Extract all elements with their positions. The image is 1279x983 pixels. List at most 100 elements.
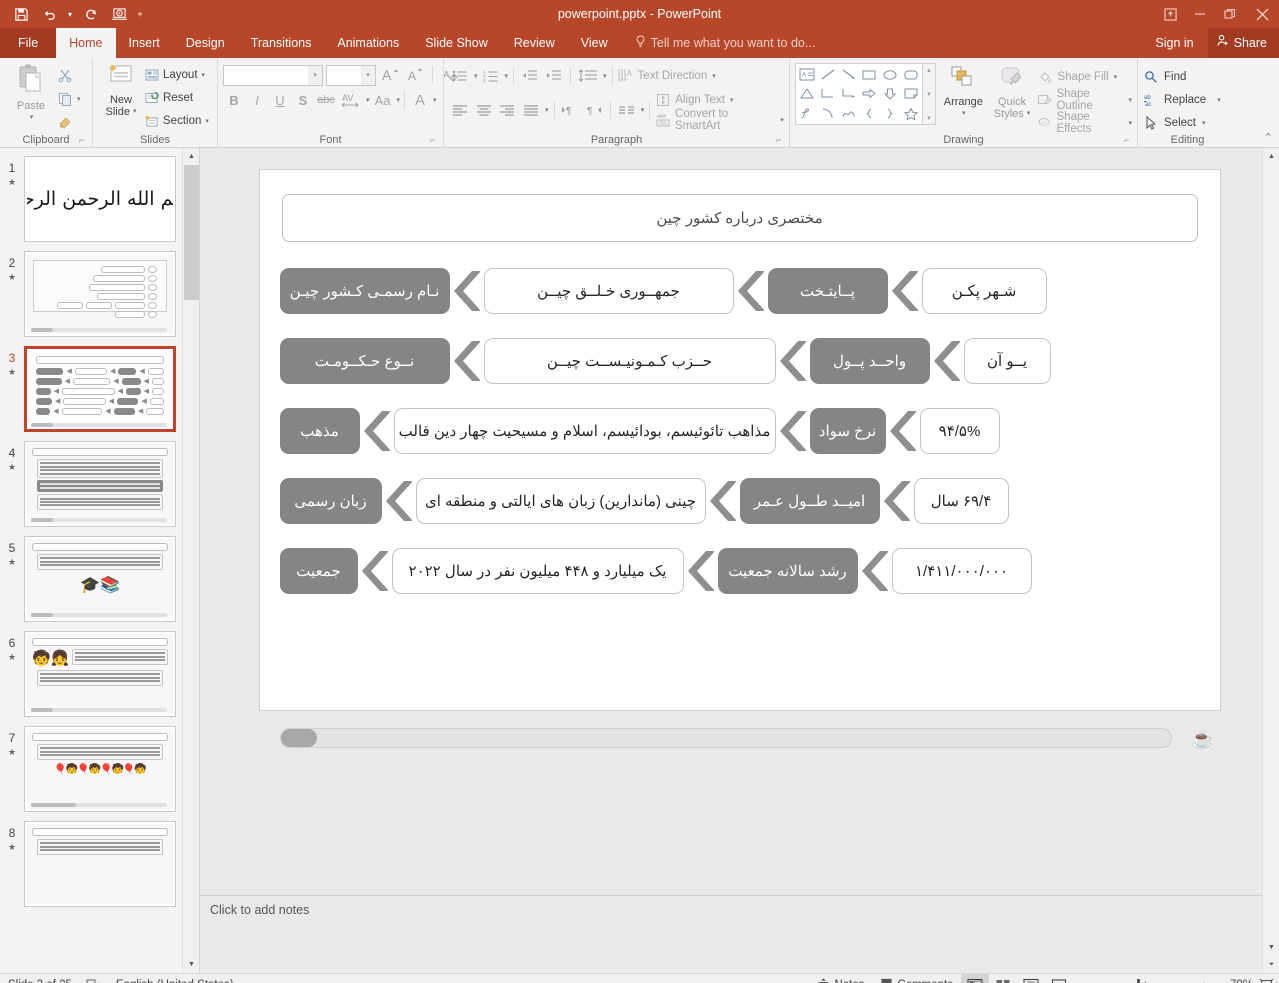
thumbnail-pane-scrollbar[interactable]: ▲ ▼ — [182, 148, 199, 973]
select-dropdown-icon[interactable]: ▾ — [1202, 119, 1206, 127]
increase-indent-button[interactable] — [543, 65, 565, 87]
justify-dropdown-icon[interactable]: ▾ — [545, 106, 549, 114]
copy-dropdown-icon[interactable]: ▾ — [77, 95, 81, 103]
thumbnail-item-1[interactable]: 1 ★ بسم الله الرحمن الرحيم — [0, 156, 183, 242]
row4-value2[interactable]: ۶۹/۴ سال — [913, 478, 1009, 524]
spell-check-icon[interactable] — [86, 978, 102, 983]
shapes-more-icon[interactable]: ▾ — [927, 114, 931, 122]
shape-outline-button[interactable]: Shape Outline ▾ — [1037, 88, 1132, 112]
columns-button[interactable] — [616, 99, 638, 121]
shapes-scroll-down-icon[interactable]: ▾ — [927, 90, 931, 98]
format-painter-button[interactable] — [57, 110, 81, 133]
restore-icon[interactable] — [1215, 0, 1245, 28]
arrange-button[interactable]: Arrange ▾ — [940, 63, 987, 120]
paste-button[interactable]: Paste ▾ — [5, 61, 57, 124]
shapes-scroll-up-icon[interactable]: ▴ — [927, 66, 931, 74]
row5-label[interactable]: جمعیت — [279, 548, 358, 594]
character-spacing-button[interactable]: AV — [338, 89, 364, 111]
row5-value2[interactable]: ۱/۴۱۱/۰۰۰/۰۰۰ — [891, 548, 1032, 594]
row4-label2[interactable]: امیــد طــول عـمر — [739, 478, 880, 524]
change-case-dropdown-icon[interactable]: ▾ — [397, 96, 401, 104]
cut-button[interactable] — [57, 64, 81, 87]
row2-value2[interactable]: یــو آن — [963, 338, 1051, 384]
row4-label[interactable]: زبان رسمی — [279, 478, 382, 524]
thumbnail-scroll-up-icon[interactable]: ▲ — [183, 148, 199, 165]
italic-button[interactable]: I — [246, 89, 268, 111]
shapes-gallery[interactable]: A — [795, 63, 923, 125]
font-size-input[interactable]: ▾ — [326, 64, 376, 86]
text-direction-dropdown-icon[interactable]: ▾ — [712, 72, 716, 80]
align-left-button[interactable] — [449, 99, 471, 121]
find-button[interactable]: Find — [1143, 65, 1221, 88]
clipboard-dialog-launcher[interactable]: ⌐ — [79, 135, 89, 145]
thumbnail-frame[interactable]: بسم الله الرحمن الرحيم — [24, 156, 176, 242]
thumbnail-frame[interactable] — [24, 251, 176, 337]
section-button[interactable]: Section ▾ — [144, 109, 209, 132]
shapes-gallery-scrollbar[interactable]: ▴ ▾ ▾ — [923, 63, 936, 125]
decrease-font-size-button[interactable]: A — [404, 64, 426, 86]
text-box-icon[interactable]: A — [797, 65, 818, 84]
shape-fill-dropdown-icon[interactable]: ▾ — [1114, 73, 1118, 81]
row1-label[interactable]: نـام رسمـی کـشور چیـن — [279, 268, 450, 314]
zoom-in-button[interactable]: + — [1195, 978, 1213, 983]
slide-scrollbar-thumb[interactable] — [280, 729, 317, 747]
thumbnail-item-5[interactable]: 5 ★ 🎓📚 — [0, 536, 183, 622]
new-slide-button[interactable]: New Slide ▾ — [98, 61, 144, 118]
columns-dropdown-icon[interactable]: ▾ — [641, 106, 645, 114]
quick-styles-button[interactable]: Quick Styles ▾ — [991, 63, 1034, 120]
rtl-button[interactable]: ¶ — [583, 99, 605, 121]
row2-value[interactable]: حــزب کـمـونیـســت چیــن — [483, 338, 776, 384]
line-spacing-button[interactable] — [576, 65, 600, 87]
star-icon[interactable] — [900, 104, 921, 123]
numbering-button[interactable]: 123 — [480, 65, 502, 87]
shape-fill-button[interactable]: Shape Fill ▾ — [1037, 65, 1132, 88]
select-button[interactable]: Select ▾ — [1143, 111, 1221, 134]
slide-title[interactable]: مختصری درباره کشور چین — [281, 194, 1198, 242]
thumbnail-item-4[interactable]: 4 ★ — [0, 441, 183, 527]
fit-to-window-icon[interactable] — [1253, 978, 1279, 983]
row2-label[interactable]: نــوع حـکــومـت — [279, 338, 450, 384]
thumbnail-frame[interactable]: 🎓📚 — [24, 536, 176, 622]
notes-button[interactable]: Notes — [809, 974, 872, 983]
rectangle-icon[interactable] — [859, 65, 880, 84]
font-name-input[interactable]: ▾ — [223, 64, 323, 86]
collapse-ribbon-button[interactable]: ⌃ — [1264, 131, 1273, 144]
row2-label2[interactable]: واحــد پــول — [809, 338, 930, 384]
arrow-icon[interactable] — [838, 65, 859, 84]
quick-styles-dropdown-icon[interactable]: ▾ — [1027, 108, 1031, 120]
convert-to-smartart-button[interactable]: Convert to SmartArt ▾ — [655, 108, 784, 132]
strikethrough-button[interactable]: abc — [315, 89, 337, 111]
change-case-button[interactable]: Aa — [371, 89, 395, 111]
slide-canvas[interactable]: مختصری درباره کشور چین نـام رسمـی کـشور … — [259, 170, 1220, 749]
folded-corner-icon[interactable] — [900, 84, 921, 103]
tab-transitions[interactable]: Transitions — [238, 28, 325, 58]
thumbnail-item-8[interactable]: 8 ★ — [0, 821, 183, 907]
zoom-level-label[interactable]: 79% — [1217, 979, 1253, 983]
layout-dropdown-icon[interactable]: ▾ — [202, 71, 206, 79]
paragraph-dialog-launcher[interactable]: ⌐ — [776, 135, 786, 145]
language-indicator[interactable]: English (United States) — [116, 979, 234, 983]
font-color-button[interactable]: A — [409, 89, 431, 111]
replace-dropdown-icon[interactable]: ▾ — [1217, 96, 1221, 104]
tab-file[interactable]: File — [0, 28, 57, 58]
justify-button[interactable] — [520, 99, 542, 121]
slide-area-vertical-scrollbar[interactable]: ▲ ▼ ⏷ — [1262, 148, 1279, 973]
thumbnail-scrollbar-thumb[interactable] — [184, 165, 199, 300]
numbering-dropdown-icon[interactable]: ▾ — [505, 72, 509, 80]
row5-value[interactable]: یک میلیارد و ۴۴۸ میلیون نفر در سال ۲۰۲۲ — [391, 548, 684, 594]
arc-icon[interactable] — [818, 104, 839, 123]
redo-icon[interactable] — [78, 3, 104, 25]
new-slide-dropdown-icon[interactable]: ▾ — [133, 106, 137, 118]
undo-icon[interactable] — [36, 3, 62, 25]
thumbnail-scroll-down-icon[interactable]: ▼ — [183, 956, 199, 973]
slide-sorter-view-icon[interactable] — [989, 974, 1017, 983]
share-button[interactable]: Share — [1207, 28, 1279, 58]
thumbnail-frame[interactable] — [24, 441, 176, 527]
line-spacing-dropdown-icon[interactable]: ▾ — [603, 72, 607, 80]
align-right-button[interactable] — [497, 99, 519, 121]
font-dialog-launcher[interactable]: ⌐ — [430, 135, 440, 145]
row1-value2[interactable]: شـهر پکـن — [921, 268, 1047, 314]
bold-button[interactable]: B — [223, 89, 245, 111]
reset-button[interactable]: Reset — [144, 86, 209, 109]
sign-in-button[interactable]: Sign in — [1141, 28, 1207, 58]
